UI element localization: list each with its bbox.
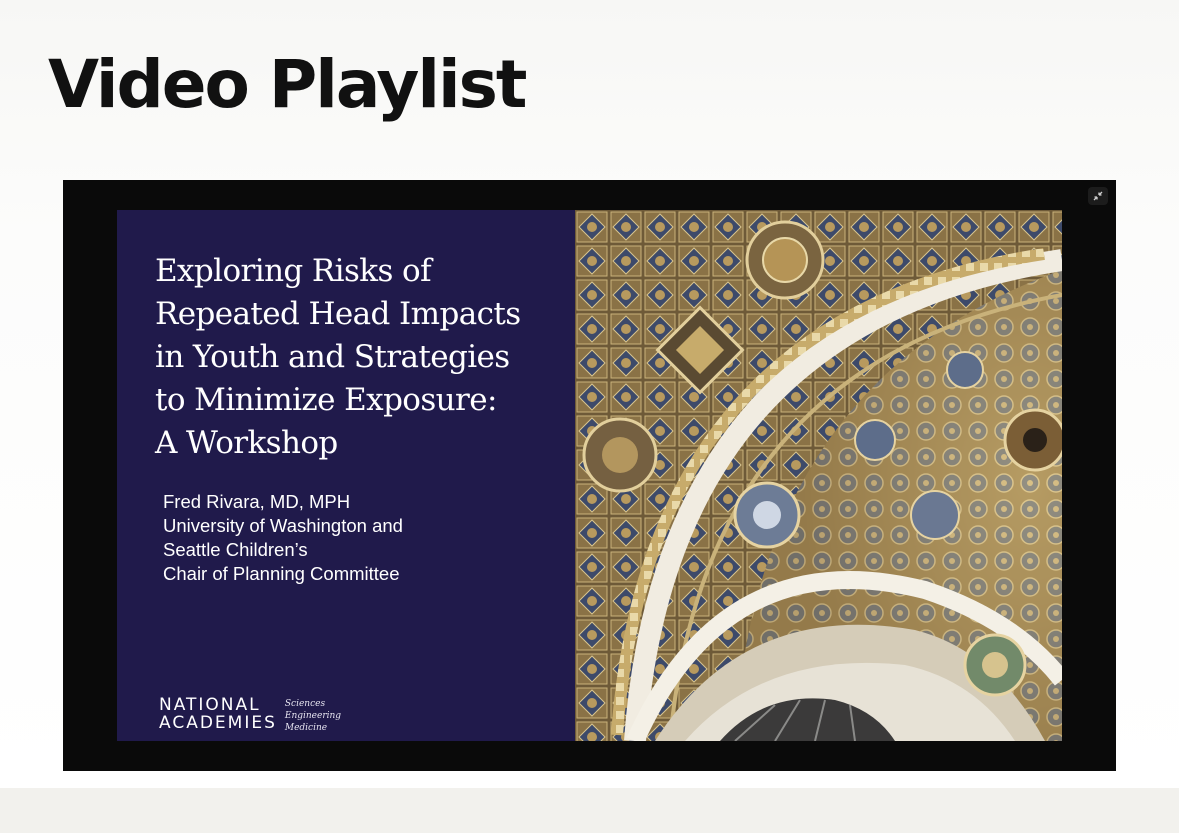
collapse-arrows-icon — [1093, 191, 1103, 201]
presenter-info: Fred Rivara, MD, MPH University of Washi… — [163, 490, 403, 586]
slide-title-line: in Youth and Strategies — [155, 339, 510, 375]
page-footer-band — [0, 788, 1179, 833]
video-frame-slide[interactable]: Exploring Risks of Repeated Head Impacts… — [117, 210, 1062, 741]
national-academies-logo: NATIONAL ACADEMIES Sciences Engineering … — [159, 696, 341, 734]
presenter-line: Seattle Children’s — [163, 539, 308, 560]
slide-title-line: A Workshop — [155, 425, 338, 461]
logo-sub-line: Medicine — [284, 723, 328, 733]
slide-text-panel: Exploring Risks of Repeated Head Impacts… — [117, 210, 575, 741]
slide-title-line: Repeated Head Impacts — [155, 296, 521, 332]
ornate-ceiling-drawing — [575, 210, 1062, 741]
logo-sub-line: Sciences — [284, 699, 326, 709]
ornate-ceiling-image — [575, 210, 1062, 741]
slide-title-line: Exploring Risks of — [155, 253, 432, 289]
presenter-line: Fred Rivara, MD, MPH — [163, 491, 351, 512]
slide-title: Exploring Risks of Repeated Head Impacts… — [155, 250, 565, 465]
logo-sub-line: Engineering — [284, 711, 342, 721]
slide-title-line: to Minimize Exposure: — [155, 382, 497, 418]
page-title: Video Playlist — [48, 46, 527, 123]
logo-subtext: Sciences Engineering Medicine — [285, 698, 341, 734]
presenter-line: University of Washington and — [163, 515, 403, 536]
collapse-button[interactable] — [1088, 187, 1108, 205]
logo-line-academies: ACADEMIES — [159, 713, 277, 733]
video-player[interactable]: Exploring Risks of Repeated Head Impacts… — [63, 180, 1116, 771]
presenter-line: Chair of Planning Committee — [163, 563, 400, 584]
logo-line-national: NATIONAL — [159, 695, 261, 715]
